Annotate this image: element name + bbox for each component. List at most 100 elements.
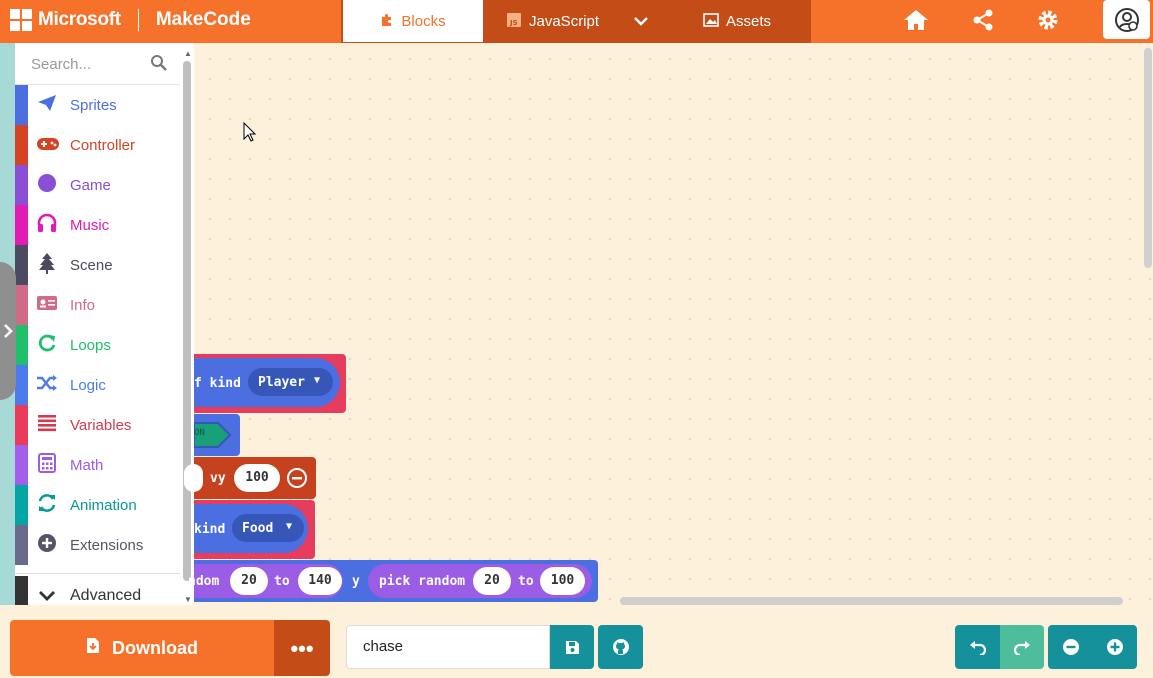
share-icon <box>973 9 993 31</box>
language-dropdown[interactable] <box>634 0 648 42</box>
search-icon[interactable] <box>150 54 167 76</box>
category-color-bar <box>15 525 28 565</box>
random-position-block[interactable]: ndom 20 to 140 y pick random 20 to 100 <box>188 560 598 602</box>
category-logic[interactable]: Logic <box>15 365 180 405</box>
category-info[interactable]: Info <box>15 285 180 325</box>
kind2-label: kind <box>194 522 226 537</box>
chevron-down-icon <box>36 586 58 607</box>
category-color-bar <box>15 245 28 285</box>
category-color-bar <box>15 325 28 365</box>
sprite-kind-block[interactable]: f kind Player ▼ <box>194 354 346 413</box>
undo-button[interactable] <box>955 625 1000 669</box>
list-icon <box>36 414 58 437</box>
zoom-in-button[interactable] <box>1093 625 1137 669</box>
home-button[interactable] <box>896 0 936 40</box>
toolbox-search[interactable]: Search... <box>15 43 180 85</box>
tab-assets[interactable]: Assets <box>703 0 771 42</box>
gear-icon <box>1038 10 1058 30</box>
category-loops[interactable]: Loops <box>15 325 180 365</box>
zoom-in-icon <box>1107 639 1123 655</box>
tab-javascript[interactable]: JS JavaScript <box>506 0 599 42</box>
category-scene[interactable]: Scene <box>15 245 180 285</box>
undo-icon <box>969 641 986 655</box>
zoom-out-button[interactable] <box>1048 625 1093 669</box>
to-label: to <box>518 574 534 589</box>
workspace-horizontal-scrollbar[interactable] <box>620 597 1123 605</box>
workspace-vertical-scrollbar[interactable] <box>1144 48 1152 268</box>
tab-blocks[interactable]: Blocks <box>343 0 483 42</box>
brand-divider <box>137 9 139 31</box>
category-color-bar <box>15 125 28 165</box>
microsoft-logo-icon <box>10 9 32 31</box>
download-label: Download <box>112 637 198 658</box>
category-variables[interactable]: Variables <box>15 405 180 445</box>
boolean-block[interactable]: ON <box>194 414 240 456</box>
zoom-out-icon <box>1062 639 1079 655</box>
random-y-inner[interactable]: pick random 20 to 100 <box>368 564 592 598</box>
profile-button[interactable] <box>1103 0 1150 39</box>
category-color-bar <box>15 205 28 245</box>
vy-value-pill[interactable]: 100 <box>234 464 280 492</box>
minus-circle-icon[interactable] <box>286 467 308 489</box>
makecode-label: MakeCode <box>155 9 251 30</box>
category-extensions[interactable]: Extensions <box>15 525 180 565</box>
more-options-button[interactable]: ••• <box>274 620 330 676</box>
category-label: Controller <box>70 136 136 154</box>
category-label: Advanced <box>70 587 142 604</box>
paper-plane-icon <box>36 94 58 117</box>
kind-dropdown[interactable]: Player ▼ <box>248 368 333 396</box>
tab-blocks-label: Blocks <box>401 12 446 30</box>
toolbox-scrollbar[interactable] <box>183 61 191 581</box>
x-max-pill[interactable]: 140 <box>298 567 342 595</box>
y-max-pill[interactable]: 100 <box>540 567 585 595</box>
x-min-pill[interactable]: 20 <box>230 567 268 595</box>
save-button[interactable] <box>550 625 594 669</box>
project-name-input[interactable]: chase <box>346 625 550 669</box>
food-kind-block[interactable]: kind Food ▼ <box>194 500 315 559</box>
category-color-bar <box>15 85 28 125</box>
category-color-bar <box>15 365 28 405</box>
redo-button[interactable] <box>1000 625 1044 669</box>
top-bar: Microsoft MakeCode Blocks JS JavaScript <box>0 0 1153 44</box>
category-label: Game <box>70 176 111 194</box>
search-input[interactable]: Search... <box>31 56 91 73</box>
category-label: Scene <box>70 256 113 274</box>
tab-assets-label: Assets <box>726 12 772 30</box>
github-button[interactable] <box>598 625 643 669</box>
category-music[interactable]: Music <box>15 205 180 245</box>
scroll-up-icon[interactable]: ▲ <box>184 49 192 58</box>
dropdown-arrow-icon: ▼ <box>314 375 321 386</box>
sync-icon <box>36 493 58 518</box>
toolbox: Search... Sprites Controller Game Music <box>15 43 194 616</box>
category-controller[interactable]: Controller <box>15 125 180 165</box>
profile-icon <box>1114 7 1139 32</box>
brand[interactable]: Microsoft MakeCode <box>10 0 251 40</box>
download-button[interactable]: Download <box>10 620 274 676</box>
scroll-down-icon[interactable]: ▼ <box>184 595 192 604</box>
settings-button[interactable] <box>1028 0 1068 40</box>
velocity-block[interactable]: vy 100 <box>184 457 316 499</box>
gamepad-icon <box>36 135 59 156</box>
category-label: Extensions <box>70 536 144 554</box>
y-min-pill[interactable]: 20 <box>473 567 511 595</box>
toolbox-collapse-toggle[interactable] <box>0 262 16 400</box>
id-card-icon <box>36 295 58 316</box>
save-icon <box>565 640 579 654</box>
category-animation[interactable]: Animation <box>15 485 180 525</box>
mouse-cursor-icon <box>243 122 257 142</box>
category-label: Variables <box>70 416 132 434</box>
share-button[interactable] <box>963 0 1003 40</box>
workspace-canvas[interactable]: f kind Player ▼ ON vy 100 kind Food ▼ nd… <box>184 43 1153 603</box>
category-game[interactable]: Game <box>15 165 180 205</box>
chevron-down-icon <box>634 13 648 30</box>
kind2-dropdown[interactable]: Food ▼ <box>232 514 304 542</box>
js-file-icon: JS <box>506 12 522 31</box>
category-math[interactable]: Math <box>15 445 180 485</box>
shuffle-icon <box>36 374 58 397</box>
kind2-value: Food <box>242 521 274 536</box>
vx-pill[interactable] <box>184 464 203 492</box>
refresh-icon <box>36 333 58 358</box>
pick-random-label: pick random <box>379 574 466 589</box>
category-sprites[interactable]: Sprites <box>15 85 180 125</box>
dropdown-arrow-icon: ▼ <box>286 521 293 532</box>
